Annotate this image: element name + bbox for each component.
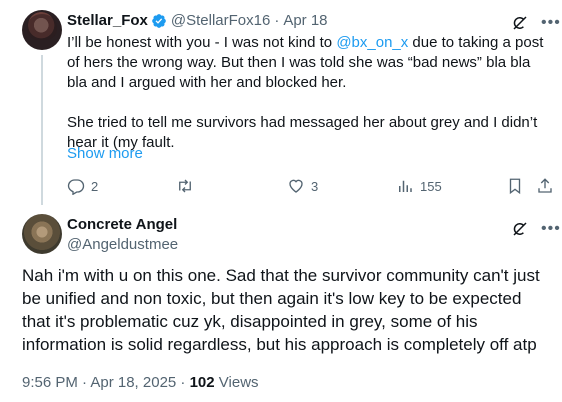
author-display-name[interactable]: Concrete Angel — [67, 216, 177, 233]
main-author-name-row: Concrete Angel — [67, 216, 177, 233]
avatar[interactable] — [22, 214, 62, 254]
main-post-text: Nah i'm with u on this one. Sad that the… — [22, 266, 540, 354]
share-icon — [538, 178, 552, 193]
analytics-icon — [399, 180, 412, 192]
grok-icon[interactable] — [511, 14, 529, 32]
post-date[interactable]: Apr 18 — [283, 12, 327, 29]
heart-icon — [289, 179, 303, 193]
bookmark-icon — [509, 178, 521, 195]
repost-button[interactable] — [176, 177, 200, 195]
post-timestamp[interactable]: 9:56 PM · Apr 18, 2025 · — [22, 374, 190, 391]
main-header-actions: ••• — [511, 220, 561, 238]
reply-text: I’ll be honest with you - I was not kind… — [67, 33, 551, 153]
reply-icon — [67, 179, 85, 195]
show-more-link[interactable]: Show more — [67, 145, 143, 162]
more-horizontal-icon[interactable]: ••• — [541, 221, 561, 237]
author-display-name[interactable]: Stellar_Fox — [67, 12, 148, 29]
reply-text-part: I’ll be honest with you - I was not kind… — [67, 34, 337, 51]
verified-badge-icon — [152, 13, 166, 28]
author-handle[interactable]: @StellarFox16 — [171, 12, 270, 29]
view-count: 155 — [420, 178, 442, 194]
reply-header-actions: ••• — [511, 14, 561, 32]
separator-dot: · — [274, 12, 280, 29]
repost-icon — [179, 179, 191, 193]
views-count: 102 — [189, 374, 215, 391]
author-handle[interactable]: @Angeldustmee — [67, 236, 178, 253]
more-horizontal-icon[interactable]: ••• — [541, 15, 561, 31]
views-label: Views — [214, 374, 259, 391]
avatar[interactable] — [22, 10, 62, 50]
main-author-handle-row: @Angeldustmee — [67, 236, 178, 253]
grok-icon[interactable] — [511, 220, 529, 238]
bookmark-button[interactable] — [506, 177, 530, 195]
reply-button[interactable]: 2 — [67, 177, 98, 195]
like-count: 3 — [311, 178, 319, 194]
main-post: Concrete Angel @Angeldustmee ••• Nah i'm… — [0, 204, 562, 402]
post-metadata: 9:56 PM · Apr 18, 2025 · 102 Views — [22, 374, 259, 391]
reply-count: 2 — [91, 178, 99, 194]
reply-action-bar: 2 3 155 — [0, 175, 562, 197]
views-button[interactable]: 155 — [396, 177, 442, 195]
reply-header: Stellar_Fox @StellarFox16 · Apr 18 — [67, 12, 328, 29]
reply-tweet[interactable]: Stellar_Fox @StellarFox16 · Apr 18 ••• I… — [0, 0, 562, 205]
mention-link[interactable]: @bx_on_x — [336, 34, 408, 51]
reply-paragraph-1: I’ll be honest with you - I was not kind… — [67, 33, 551, 93]
like-button[interactable]: 3 — [287, 177, 318, 195]
share-button[interactable] — [536, 177, 560, 195]
